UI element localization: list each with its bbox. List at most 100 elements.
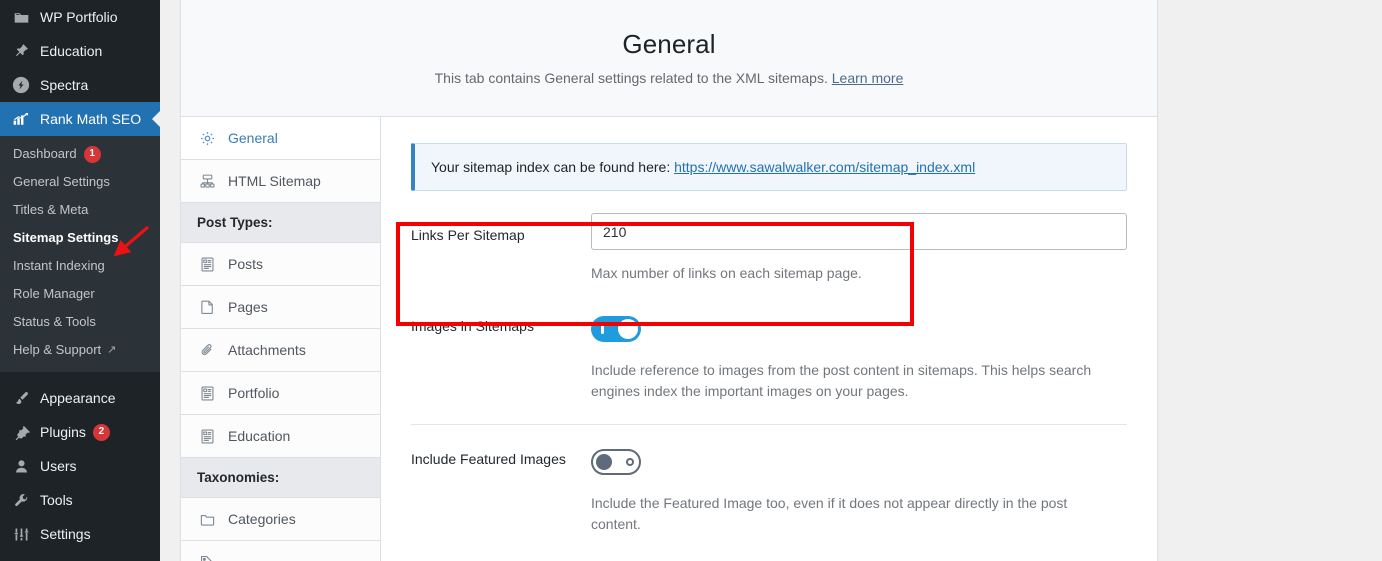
tab-label: HTML Sitemap bbox=[228, 173, 321, 189]
submenu-item-sitemap-settings[interactable]: Sitemap Settings bbox=[0, 224, 160, 252]
menu-label: Plugins bbox=[40, 424, 86, 440]
tab-pages[interactable]: Pages bbox=[181, 286, 380, 329]
submenu-item-titles-meta[interactable]: Titles & Meta bbox=[0, 196, 160, 224]
tab-label: Portfolio bbox=[228, 385, 280, 401]
menu-item-plugins[interactable]: Plugins 2 bbox=[0, 415, 160, 449]
page-title: General bbox=[622, 29, 716, 59]
submenu-label: Sitemap Settings bbox=[13, 230, 119, 245]
include-featured-images-toggle[interactable] bbox=[591, 449, 641, 475]
submenu-item-dashboard[interactable]: Dashboard 1 bbox=[0, 140, 160, 168]
tag-icon bbox=[197, 552, 217, 561]
menu-label: WP Portfolio bbox=[40, 9, 118, 25]
tab-group-post-types: Post Types: bbox=[181, 203, 380, 243]
notice-text: Your sitemap index can be found here: bbox=[431, 159, 671, 175]
field-description: Include reference to images from the pos… bbox=[591, 362, 1092, 399]
tab-label: Education bbox=[228, 428, 291, 444]
submenu-item-role-manager[interactable]: Role Manager bbox=[0, 280, 160, 308]
gear-icon bbox=[197, 128, 217, 148]
spectra-icon bbox=[11, 75, 31, 95]
toggle-bar bbox=[601, 325, 604, 334]
menu-label: Rank Math SEO bbox=[40, 111, 142, 127]
plug-icon bbox=[11, 422, 31, 442]
post-icon bbox=[197, 383, 217, 403]
tab-group-label: Taxonomies: bbox=[197, 470, 280, 485]
submenu-item-instant-indexing[interactable]: Instant Indexing bbox=[0, 252, 160, 280]
user-icon bbox=[11, 456, 31, 476]
field-label: Images in Sitemaps bbox=[411, 318, 534, 334]
tab-general[interactable]: General bbox=[181, 117, 380, 160]
field-description: Max number of links on each sitemap page… bbox=[591, 265, 862, 281]
panel-header: General This tab contains General settin… bbox=[181, 0, 1157, 117]
tab-posts[interactable]: Posts bbox=[181, 243, 380, 286]
tab-label: Pages bbox=[228, 299, 268, 315]
field-label: Include Featured Images bbox=[411, 451, 566, 467]
settings-content: Your sitemap index can be found here: ht… bbox=[381, 117, 1157, 561]
toggle-knob bbox=[596, 454, 612, 470]
submenu-label: Instant Indexing bbox=[13, 258, 105, 273]
page-subtitle-text: This tab contains General settings relat… bbox=[434, 70, 828, 86]
rank-math-submenu: Dashboard 1 General Settings Titles & Me… bbox=[0, 136, 160, 372]
menu-item-wp-portfolio[interactable]: WP Portfolio bbox=[0, 0, 160, 34]
field-links-per-sitemap: Links Per Sitemap Max number of links on… bbox=[381, 213, 1157, 284]
tab-label: Attachments bbox=[228, 342, 306, 358]
menu-item-spectra[interactable]: Spectra bbox=[0, 68, 160, 102]
paperclip-icon bbox=[197, 340, 217, 360]
tab-group-taxonomies: Taxonomies: bbox=[181, 458, 380, 498]
post-icon bbox=[197, 254, 217, 274]
sitemap-index-notice: Your sitemap index can be found here: ht… bbox=[411, 143, 1127, 191]
menu-label: Settings bbox=[40, 526, 91, 542]
field-description: Include the Featured Image too, even if … bbox=[591, 495, 1068, 532]
menu-item-tools[interactable]: Tools bbox=[0, 483, 160, 517]
tab-attachments[interactable]: Attachments bbox=[181, 329, 380, 372]
page-icon bbox=[197, 297, 217, 317]
post-icon bbox=[197, 426, 217, 446]
menu-label: Users bbox=[40, 458, 77, 474]
field-include-featured-images: Include Featured Images Include the Feat… bbox=[381, 441, 1157, 535]
submenu-label: Dashboard bbox=[13, 146, 77, 161]
submenu-label: Titles & Meta bbox=[13, 202, 89, 217]
menu-item-settings[interactable]: Settings bbox=[0, 517, 160, 551]
portfolio-folder-icon bbox=[11, 7, 31, 27]
plugins-update-badge: 2 bbox=[92, 423, 110, 441]
tab-tags-partial[interactable] bbox=[181, 541, 380, 561]
sitemap-icon bbox=[197, 171, 217, 191]
submenu-label: Status & Tools bbox=[13, 314, 96, 329]
submenu-label: General Settings bbox=[13, 174, 110, 189]
tab-group-label: Post Types: bbox=[197, 215, 273, 230]
images-in-sitemaps-toggle[interactable] bbox=[591, 316, 641, 342]
sitemap-index-link[interactable]: https://www.sawalwalker.com/sitemap_inde… bbox=[674, 159, 975, 175]
paintbrush-icon bbox=[11, 388, 31, 408]
tab-label: Categories bbox=[228, 511, 296, 527]
field-images-in-sitemaps: Images in Sitemaps Include reference to … bbox=[381, 308, 1157, 402]
pin-icon bbox=[11, 41, 31, 61]
menu-item-rank-math-seo[interactable]: Rank Math SEO bbox=[0, 102, 160, 136]
submenu-item-general-settings[interactable]: General Settings bbox=[0, 168, 160, 196]
links-per-sitemap-input[interactable] bbox=[591, 213, 1127, 250]
submenu-item-status-tools[interactable]: Status & Tools bbox=[0, 308, 160, 336]
tab-label: General bbox=[228, 130, 278, 146]
menu-label: Tools bbox=[40, 492, 73, 508]
settings-tab-list: General HTML Sitemap Post Types: Posts P… bbox=[181, 117, 381, 561]
submenu-label: Role Manager bbox=[13, 286, 95, 301]
wp-admin-sidebar: WP Portfolio Education Spectra Rank Math… bbox=[0, 0, 160, 561]
field-label: Links Per Sitemap bbox=[411, 227, 525, 243]
wp-admin-screen: WP Portfolio Education Spectra Rank Math… bbox=[0, 0, 1382, 561]
section-divider bbox=[411, 424, 1127, 425]
tab-categories[interactable]: Categories bbox=[181, 498, 380, 541]
menu-label: Appearance bbox=[40, 390, 116, 406]
tab-education[interactable]: Education bbox=[181, 415, 380, 458]
menu-item-appearance[interactable]: Appearance bbox=[0, 381, 160, 415]
menu-label: Spectra bbox=[40, 77, 89, 93]
tab-html-sitemap[interactable]: HTML Sitemap bbox=[181, 160, 380, 203]
menu-item-education[interactable]: Education bbox=[0, 34, 160, 68]
submenu-label: Help & Support bbox=[13, 342, 102, 357]
learn-more-link[interactable]: Learn more bbox=[832, 70, 904, 86]
menu-label: Education bbox=[40, 43, 103, 59]
folder-icon bbox=[197, 509, 217, 529]
menu-item-users[interactable]: Users bbox=[0, 449, 160, 483]
sliders-icon bbox=[11, 524, 31, 544]
submenu-item-help-support[interactable]: Help & Support ↗ bbox=[0, 336, 160, 364]
sitemap-settings-panel: General This tab contains General settin… bbox=[180, 0, 1158, 561]
rank-math-icon bbox=[11, 109, 31, 129]
tab-portfolio[interactable]: Portfolio bbox=[181, 372, 380, 415]
